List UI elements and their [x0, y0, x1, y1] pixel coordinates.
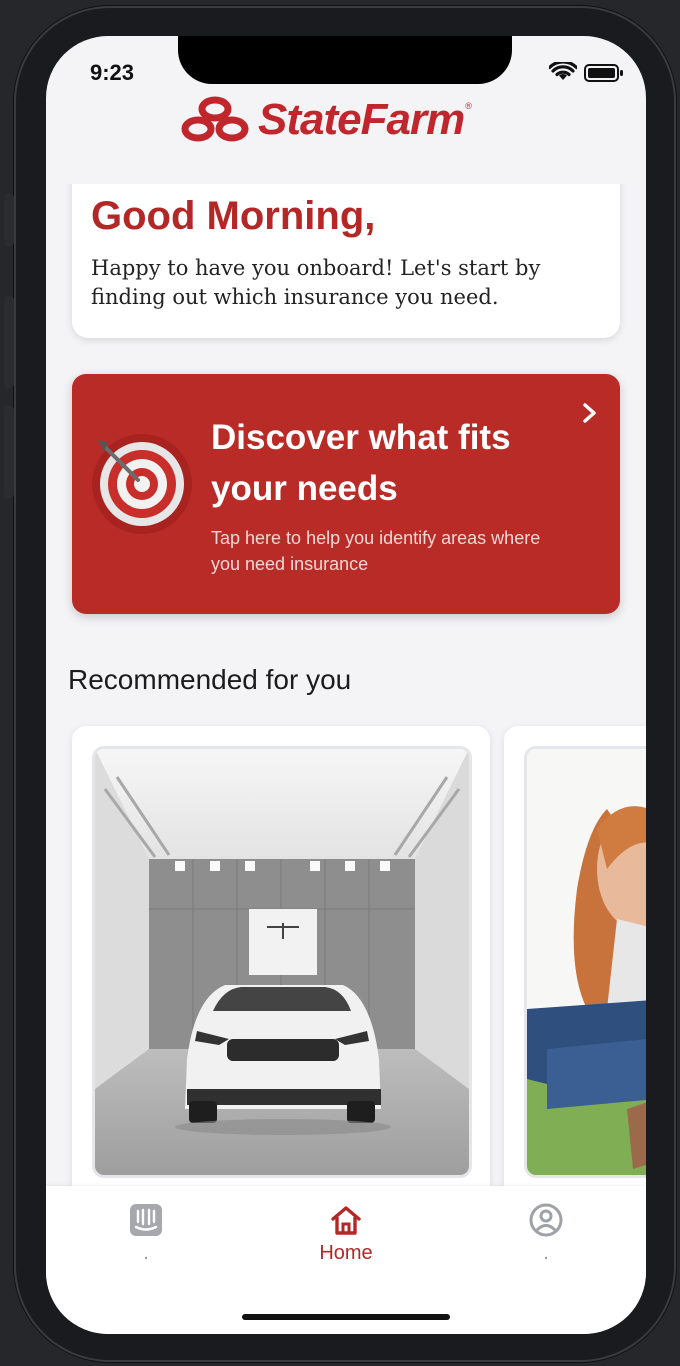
tab-inbox[interactable]: .: [46, 1186, 246, 1286]
wifi-icon: [549, 62, 577, 80]
woman-outdoors-photo: [524, 746, 646, 1178]
greeting-subtitle: Happy to have you onboard! Let's start b…: [91, 256, 541, 309]
discover-title: Discover what fits your needs: [211, 418, 511, 508]
car-showroom-photo: [92, 746, 472, 1178]
target-icon: [92, 434, 192, 534]
brand-reg-mark: ®: [465, 101, 472, 111]
home-indicator[interactable]: [242, 1314, 450, 1320]
volume-up-button: [4, 296, 14, 388]
inbox-icon: [130, 1204, 162, 1236]
tab-inbox-label: .: [143, 1242, 149, 1264]
notch: [178, 36, 512, 84]
mute-switch: [4, 194, 14, 246]
recommended-section-title: Recommended for you: [68, 664, 352, 695]
tab-profile-label: .: [543, 1242, 549, 1264]
home-scroll-content[interactable]: Good Morning, Happy to have you onboard!…: [46, 184, 646, 1186]
tab-home[interactable]: Home: [246, 1186, 446, 1286]
tab-profile[interactable]: .: [446, 1186, 646, 1286]
discover-needs-card[interactable]: Discover what fits your needs Tap here t…: [72, 374, 620, 614]
greeting-title: Good Morning,: [91, 194, 376, 238]
volume-down-button: [4, 406, 14, 498]
home-icon: [331, 1206, 361, 1235]
statefarm-logo: StateFarm ®: [180, 92, 472, 148]
tab-home-label: Home: [319, 1242, 373, 1264]
brand-name: StateFarm: [258, 95, 465, 144]
chevron-right-icon[interactable]: [580, 402, 600, 424]
battery-icon: [584, 64, 623, 82]
status-time: 9:23: [90, 60, 135, 85]
bottom-tab-bar: . Home .: [46, 1186, 646, 1334]
app-screen: 9:23 StateFarm ® Good Morning, Happy to …: [46, 36, 646, 1334]
profile-icon: [529, 1203, 563, 1237]
greeting-card: Good Morning, Happy to have you onboard!…: [72, 184, 620, 338]
recommended-card-car[interactable]: [72, 726, 490, 1186]
recommended-card-woman[interactable]: [504, 726, 646, 1186]
three-ovals-logo-icon: [181, 96, 249, 142]
discover-subtitle: Tap here to help you identify areas wher…: [211, 528, 541, 574]
